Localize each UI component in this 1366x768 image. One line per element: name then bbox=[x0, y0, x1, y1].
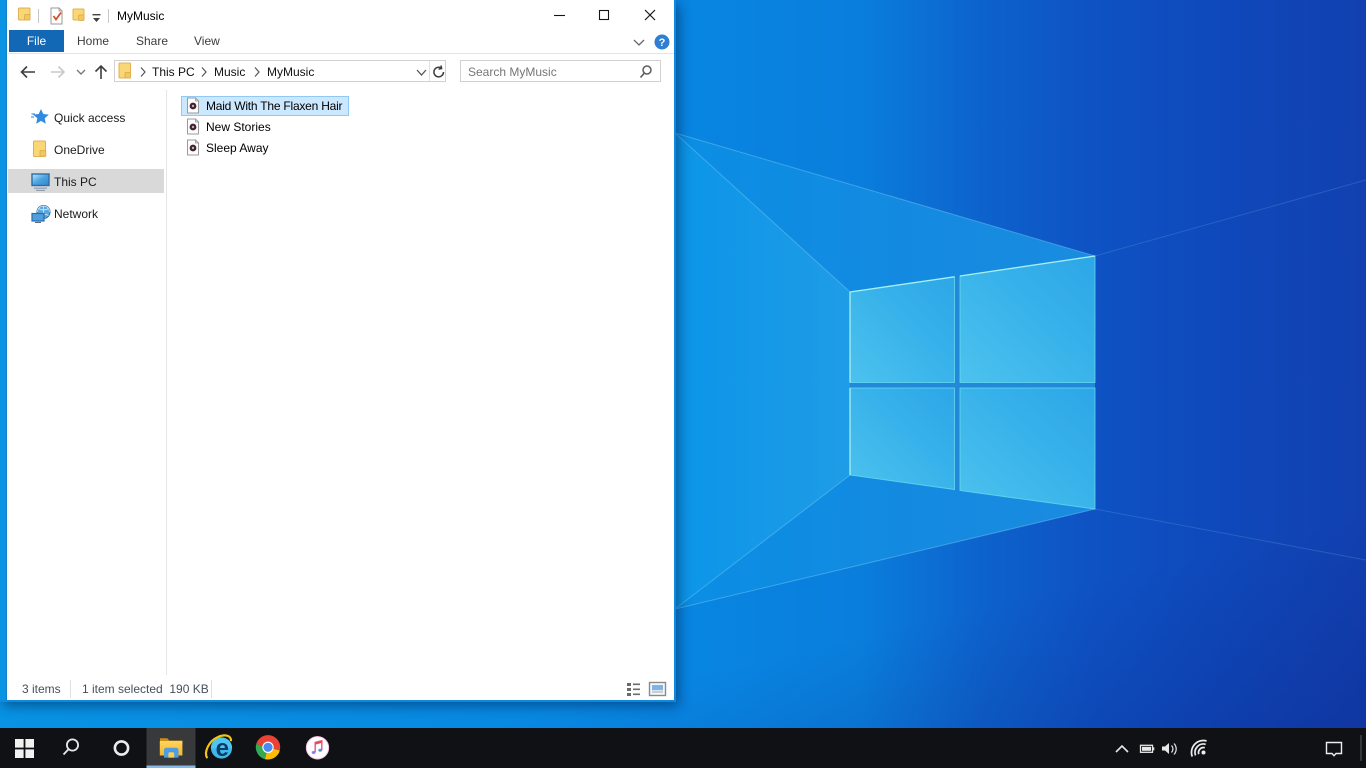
svg-text:?: ? bbox=[659, 37, 666, 49]
svg-text:e: e bbox=[216, 735, 229, 762]
